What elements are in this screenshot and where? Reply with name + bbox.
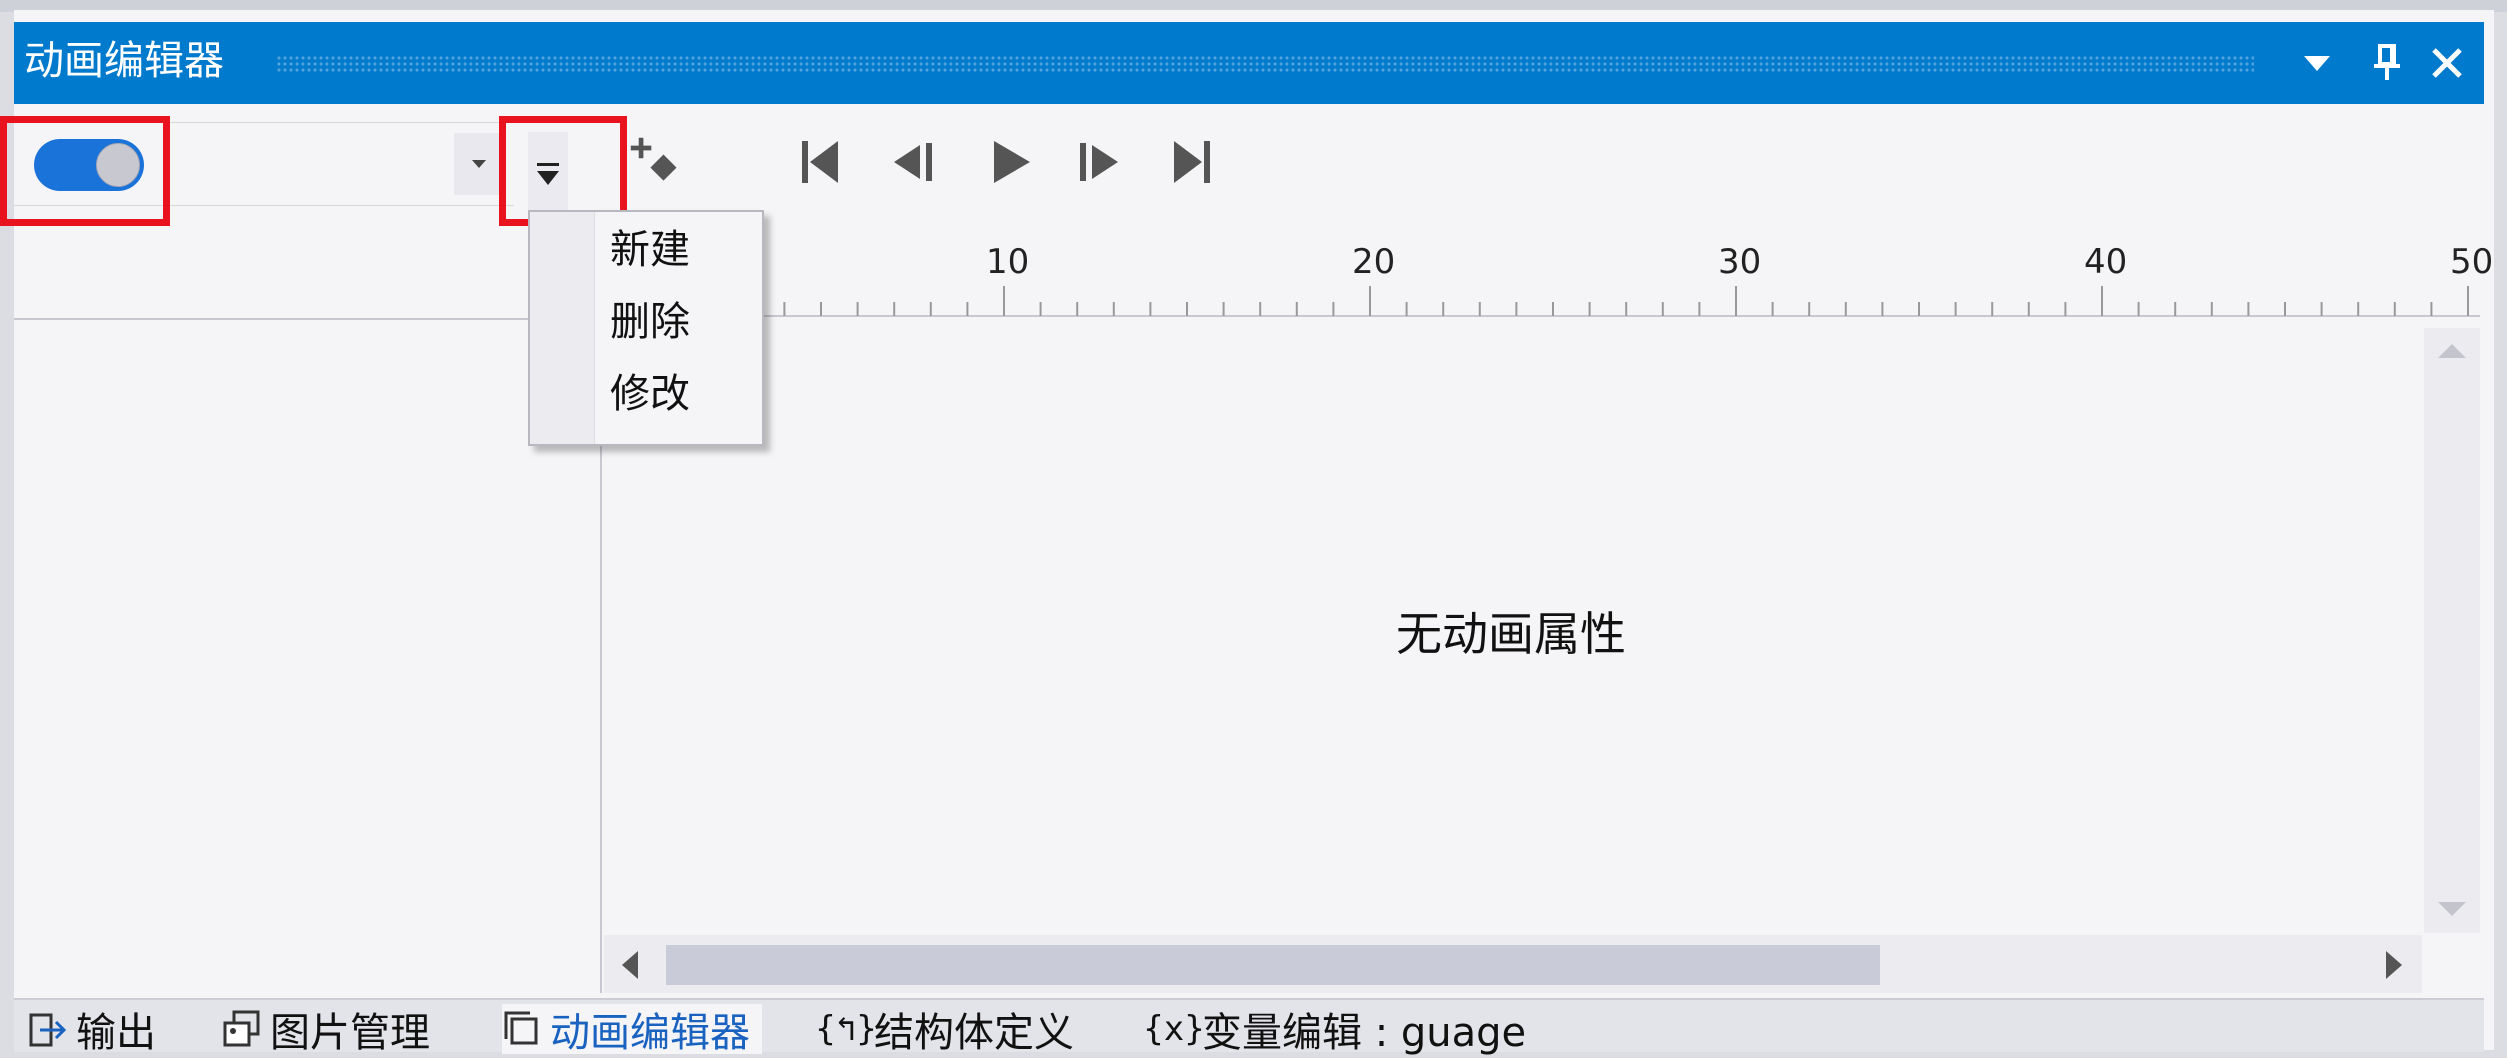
vertical-scrollbar[interactable] <box>2424 328 2480 933</box>
combo-dropdown-button[interactable] <box>454 133 504 195</box>
animation-editor-icon <box>502 1009 542 1049</box>
close-icon[interactable] <box>2424 40 2470 86</box>
panel-title-bar[interactable]: 动画编辑器 <box>14 22 2484 104</box>
bottom-tab-strip: 输出 图片管理 动画编辑器 {↰} 结构体定义 {x} 变量编辑 : guage <box>14 998 2484 1056</box>
play-icon[interactable] <box>982 134 1038 190</box>
tab-animation-editor[interactable]: 动画编辑器 <box>502 1004 762 1056</box>
tab-struct-definition[interactable]: {↰} 结构体定义 <box>815 1004 1074 1056</box>
ruler-label: 30 <box>1718 242 1762 282</box>
ruler-label: 10 <box>986 242 1030 282</box>
ruler-label: 40 <box>2084 242 2128 282</box>
ruler-label: 50 <box>2450 242 2494 282</box>
scroll-down-icon <box>2438 902 2466 916</box>
menu-icon-gutter <box>530 212 595 444</box>
scroll-left-icon[interactable] <box>618 949 642 981</box>
ruler-ticks <box>600 286 2480 317</box>
tab-label: 变量编辑 : guage <box>1202 1010 1527 1056</box>
tab-label: 输出 <box>76 1010 156 1056</box>
tab-label: 动画编辑器 <box>550 1010 750 1056</box>
ruler-label: 20 <box>1352 242 1396 282</box>
title-grip <box>276 55 2254 73</box>
add-keyframe-icon[interactable] <box>628 134 684 190</box>
tab-variable-editor[interactable]: {x} 变量编辑 : guage <box>1143 1004 1526 1056</box>
tab-output[interactable]: 输出 <box>28 1004 156 1056</box>
skip-to-start-icon[interactable] <box>792 134 848 190</box>
output-icon <box>28 1009 68 1049</box>
step-forward-icon[interactable] <box>1072 134 1128 190</box>
empty-animation-message: 无动画属性 <box>1396 607 1626 661</box>
tab-label: 结构体定义 <box>874 1010 1074 1056</box>
dropdown-icon[interactable] <box>2294 40 2340 86</box>
variable-icon: {x} <box>1143 1009 1205 1049</box>
panel-title: 动画编辑器 <box>24 38 224 84</box>
tab-label: 图片管理 <box>270 1010 430 1056</box>
left-header-divider <box>14 318 604 320</box>
tab-image-manager[interactable]: 图片管理 <box>222 1004 430 1056</box>
image-manager-icon <box>222 1009 262 1049</box>
menu-item-modify[interactable]: 修改 <box>610 370 690 418</box>
menu-item-new[interactable]: 新建 <box>610 226 690 274</box>
scroll-up-icon <box>2438 344 2466 358</box>
skip-to-end-icon[interactable] <box>1164 134 1220 190</box>
horizontal-scroll-thumb[interactable] <box>666 945 1880 985</box>
menu-item-delete[interactable]: 删除 <box>610 298 690 346</box>
highlight-toggle <box>0 116 170 226</box>
horizontal-scrollbar[interactable] <box>604 935 2422 993</box>
struct-icon: {↰} <box>815 1009 877 1049</box>
timeline-ruler[interactable]: 10 20 30 40 50 <box>600 230 2493 320</box>
animation-context-menu: 新建 删除 修改 <box>528 210 764 446</box>
step-back-icon[interactable] <box>884 134 940 190</box>
scroll-right-icon[interactable] <box>2382 949 2406 981</box>
pin-icon[interactable] <box>2364 40 2410 86</box>
chevron-down-icon <box>472 160 486 168</box>
